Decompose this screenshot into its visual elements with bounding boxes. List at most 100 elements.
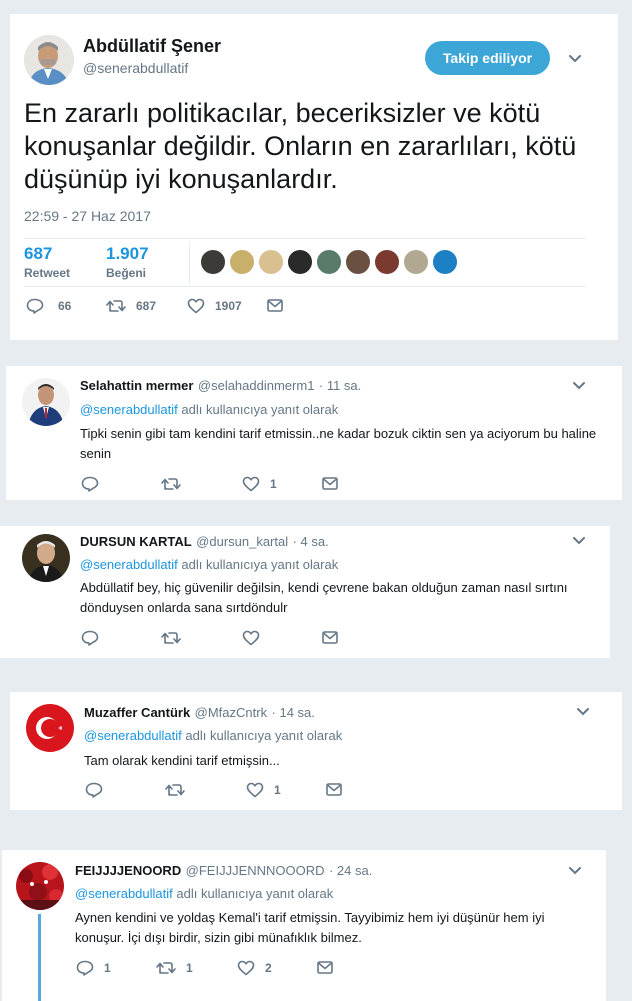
liker-avatar[interactable] — [200, 249, 226, 275]
liker-avatar[interactable] — [258, 249, 284, 275]
chevron-down-icon[interactable] — [572, 536, 586, 546]
retweet-count: 1 — [186, 961, 193, 975]
author-handle[interactable]: @senerabdullatif — [83, 60, 188, 76]
retweet-action[interactable] — [165, 782, 195, 798]
reply-header: FEIJJJJENOORD @FEIJJJENNNOOORD · 24 sa. — [75, 862, 372, 880]
reply-tweet[interactable]: FEIJJJJENOORD @FEIJJJENNNOOORD · 24 sa. … — [2, 850, 606, 1001]
reply-action[interactable]: 66 — [26, 298, 71, 314]
chevron-down-icon[interactable] — [568, 54, 582, 64]
reply-mention[interactable]: @senerabdullatif — [84, 728, 182, 743]
reply-tweet[interactable]: DURSUN KARTAL @dursun_kartal · 4 sa. @se… — [0, 526, 610, 658]
retweet-icon — [156, 962, 176, 974]
liker-avatar[interactable] — [345, 249, 371, 275]
liker-avatar[interactable] — [432, 249, 458, 275]
like-action[interactable] — [242, 630, 270, 646]
reply-time[interactable]: · 14 sa. — [272, 705, 315, 720]
like-stat[interactable]: 1.907 Beğeni — [106, 244, 149, 280]
follow-button[interactable]: Takip ediliyor — [425, 41, 550, 75]
retweet-icon — [106, 300, 126, 312]
main-tweet: Abdüllatif Şener @senerabdullatif Takip … — [10, 14, 618, 340]
reply-mention[interactable]: @senerabdullatif — [75, 886, 173, 901]
reply-author-name[interactable]: Selahattin mermer — [80, 378, 193, 393]
reply-action[interactable] — [81, 476, 109, 492]
reply-mention[interactable]: @senerabdullatif — [80, 402, 178, 417]
chevron-down-icon[interactable] — [568, 866, 582, 876]
author-avatar[interactable] — [24, 35, 74, 85]
liker-avatar[interactable] — [316, 249, 342, 275]
reply-context: @senerabdullatif adlı kullanıcıya yanıt … — [80, 557, 338, 572]
reply-header: Selahattin mermer @selahaddinmerm1 · 11 … — [80, 377, 361, 395]
like-action[interactable]: 2 — [237, 960, 272, 976]
retweet-icon — [161, 478, 181, 490]
reply-action[interactable] — [81, 630, 109, 646]
reply-author-handle[interactable]: @FEIJJJENNNOOORD — [186, 863, 325, 878]
tweet-timestamp[interactable]: 22:59 - 27 Haz 2017 — [24, 208, 151, 224]
reply-icon — [76, 960, 94, 976]
chevron-down-icon[interactable] — [572, 381, 586, 391]
reply-time[interactable]: · 11 sa. — [319, 378, 361, 393]
retweet-action[interactable]: 1 — [156, 960, 193, 976]
reply-author-name[interactable]: Muzaffer Cantürk — [84, 705, 190, 720]
message-action[interactable] — [326, 783, 342, 796]
reply-context-text: adlı kullanıcıya yanıt olarak — [185, 728, 343, 743]
reply-author-handle[interactable]: @selahaddinmerm1 — [198, 378, 315, 393]
reply-avatar[interactable] — [22, 534, 70, 582]
envelope-icon — [326, 783, 342, 796]
retweet-stat-count: 687 — [24, 244, 53, 263]
tweet-text: En zararlı politikacılar, beceriksizler … — [24, 98, 577, 194]
message-action[interactable] — [267, 299, 283, 312]
heart-icon — [187, 298, 205, 314]
liker-avatar[interactable] — [403, 249, 429, 275]
reply-context-text: adlı kullanıcıya yanıt olarak — [181, 402, 339, 417]
like-count: 1 — [274, 783, 281, 797]
reply-icon — [81, 630, 99, 646]
reply-author-name[interactable]: DURSUN KARTAL — [80, 534, 192, 549]
message-action[interactable] — [322, 631, 338, 644]
reply-action[interactable] — [85, 782, 113, 798]
stats-divider-bottom — [24, 286, 586, 287]
retweet-stat[interactable]: 687 Retweet — [24, 244, 70, 280]
like-action[interactable]: 1907 — [187, 298, 242, 314]
liker-avatar[interactable] — [229, 249, 255, 275]
like-action[interactable]: 1 — [246, 782, 281, 798]
message-action[interactable] — [322, 477, 338, 490]
message-action[interactable] — [317, 961, 333, 974]
like-count: 1 — [270, 477, 277, 491]
stats-vertical-divider — [189, 242, 190, 284]
reply-action[interactable]: 1 — [76, 960, 111, 976]
reply-avatar[interactable] — [26, 704, 74, 752]
retweet-icon — [161, 632, 181, 644]
author-name[interactable]: Abdüllatif Şener — [83, 36, 221, 57]
like-stat-label: Beğeni — [106, 266, 147, 280]
retweet-action[interactable] — [161, 630, 191, 646]
reply-tweet[interactable]: Selahattin mermer @selahaddinmerm1 · 11 … — [6, 366, 622, 500]
retweet-icon — [165, 784, 185, 796]
reply-time[interactable]: · 4 sa. — [293, 534, 329, 549]
follow-button-label: Takip ediliyor — [442, 50, 533, 66]
reply-icon — [85, 782, 103, 798]
like-stat-count: 1.907 — [106, 244, 149, 263]
retweet-action[interactable] — [161, 476, 191, 492]
liker-avatar[interactable] — [287, 249, 313, 275]
reply-text: Aynen kendini ve yoldaş Kemal'i tarif et… — [75, 910, 545, 945]
reply-author-name[interactable]: FEIJJJJENOORD — [75, 863, 181, 878]
reply-mention[interactable]: @senerabdullatif — [80, 557, 178, 572]
like-count: 2 — [265, 961, 272, 975]
reply-time[interactable]: · 24 sa. — [329, 863, 372, 878]
liker-avatars[interactable] — [200, 249, 461, 275]
like-action[interactable]: 1 — [242, 476, 277, 492]
reply-text: Tam olarak kendini tarif etmişsin... — [84, 753, 280, 768]
reply-avatar[interactable] — [16, 862, 64, 910]
reply-author-handle[interactable]: @dursun_kartal — [196, 534, 288, 549]
reply-author-handle[interactable]: @MfazCntrk — [195, 705, 267, 720]
reply-tweet[interactable]: Muzaffer Cantürk @MfazCntrk · 14 sa. @se… — [10, 692, 622, 810]
reply-count: 66 — [58, 299, 72, 313]
thread-line — [38, 914, 41, 1001]
reply-avatar[interactable] — [22, 378, 70, 426]
heart-icon — [237, 960, 255, 976]
envelope-icon — [267, 299, 283, 312]
liker-avatar[interactable] — [374, 249, 400, 275]
retweet-action[interactable]: 687 — [106, 298, 156, 314]
reply-context: @senerabdullatif adlı kullanıcıya yanıt … — [80, 402, 338, 417]
chevron-down-icon[interactable] — [576, 707, 590, 717]
